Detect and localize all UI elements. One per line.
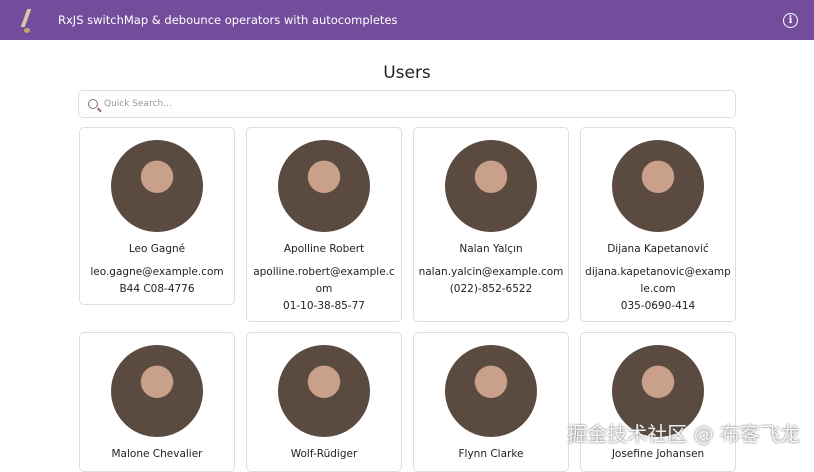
user-avatar xyxy=(278,345,370,437)
user-name: Leo Gagné xyxy=(128,243,186,255)
app-header: RxJS switchMap & debounce operators with… xyxy=(0,0,814,40)
search-icon xyxy=(88,99,98,109)
watermark: 掘金技术社区 @ 布客飞龙 xyxy=(567,422,800,446)
search-box[interactable] xyxy=(78,90,736,118)
user-card[interactable]: Apolline Robert apolline.robert@example.c… xyxy=(246,127,402,322)
user-avatar xyxy=(445,345,537,437)
info-icon[interactable]: i xyxy=(783,12,798,28)
user-avatar xyxy=(612,140,704,232)
user-phone: 01-10-38-85-77 xyxy=(283,300,365,312)
user-phone: 035-0690-414 xyxy=(620,300,696,312)
user-avatar xyxy=(278,140,370,232)
user-email: dijana.kapetanovic@example.com xyxy=(585,266,731,295)
user-card[interactable]: Malone Chevalier xyxy=(79,332,235,472)
user-card[interactable]: Flynn Clarke xyxy=(413,332,569,472)
user-card[interactable]: Josefine Johansen xyxy=(580,332,736,472)
app-logo-icon xyxy=(16,6,42,34)
user-name: Malone Chevalier xyxy=(111,448,203,460)
user-card[interactable]: Nalan Yalçın nalan.yalcin@example.com (022… xyxy=(413,127,569,322)
page-title: Users xyxy=(383,63,431,83)
user-card[interactable]: Wolf-Rüdiger xyxy=(246,332,402,472)
user-card[interactable]: Leo Gagné leo.gagne@example.com B44 C08-47… xyxy=(79,127,235,305)
user-phone: B44 C08-4776 xyxy=(119,283,195,295)
user-name: Nalan Yalçın xyxy=(459,243,523,255)
user-name: Apolline Robert xyxy=(283,243,365,255)
user-email: leo.gagne@example.com xyxy=(90,266,224,278)
user-email: nalan.yalcin@example.com xyxy=(418,266,564,278)
user-name: Wolf-Rüdiger xyxy=(290,448,358,460)
user-name: Flynn Clarke xyxy=(458,448,524,460)
app-title: RxJS switchMap & debounce operators with… xyxy=(58,13,398,27)
user-avatar xyxy=(111,345,203,437)
user-avatar xyxy=(111,140,203,232)
user-name: Dijana Kapetanović xyxy=(607,243,709,255)
user-email: apolline.robert@example.com xyxy=(253,266,395,295)
user-card[interactable]: Dijana Kapetanović dijana.kapetanovic@exa… xyxy=(580,127,736,322)
user-avatar xyxy=(445,140,537,232)
user-name: Josefine Johansen xyxy=(611,448,705,460)
user-phone: (022)-852-6522 xyxy=(449,283,533,295)
search-input[interactable] xyxy=(104,99,704,109)
